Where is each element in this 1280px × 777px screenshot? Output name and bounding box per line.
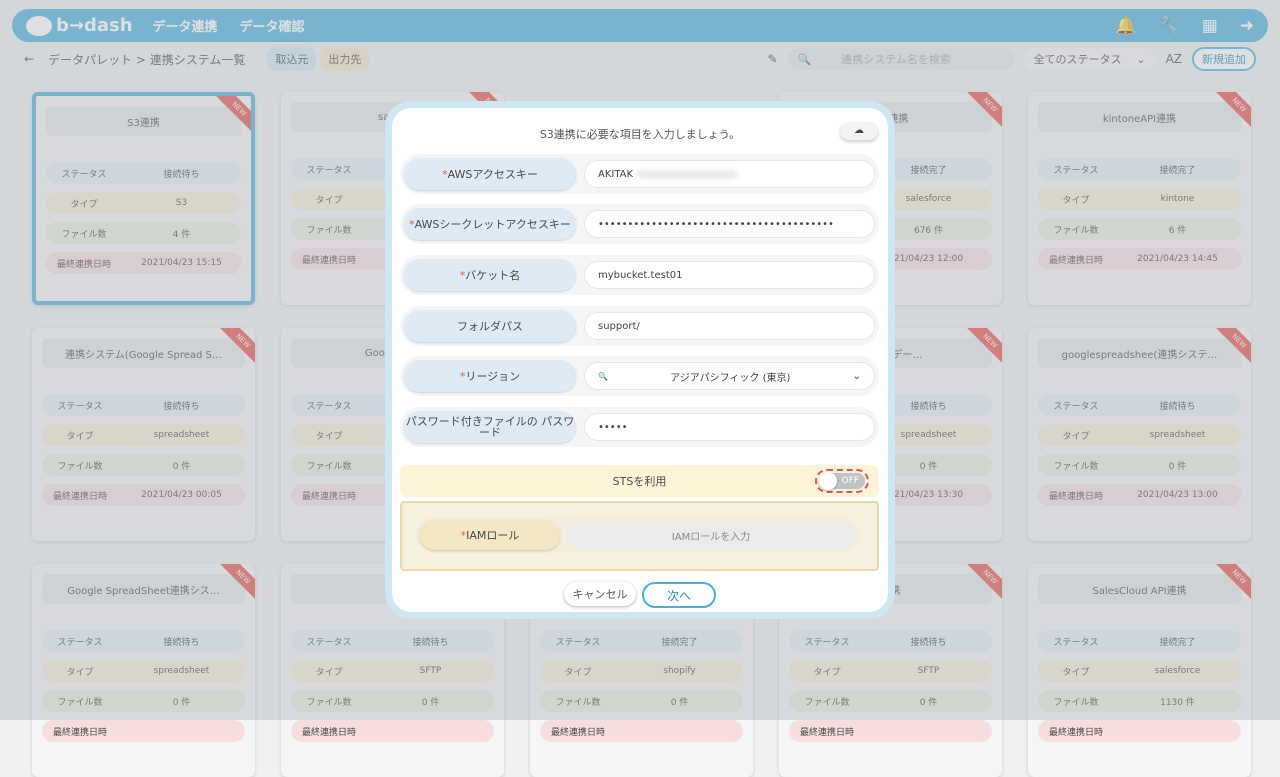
iam-role-row: * IAMロール IAMロールを入力: [416, 517, 860, 553]
field-row-file-password: パスワード付きファイルの パスワード •••••: [400, 407, 879, 447]
sts-toggle-state: OFF: [819, 472, 865, 490]
folder-input[interactable]: support/: [584, 312, 875, 340]
card-row-last: 最終連携日時: [291, 720, 494, 742]
access-key-input[interactable]: AKITAK: [584, 160, 875, 188]
iam-role-panel: * IAMロール IAMロールを入力: [400, 501, 879, 571]
card-row-last: 最終連携日時: [1038, 720, 1241, 742]
bucket-value: mybucket.test01: [598, 269, 683, 281]
card-key: 最終連携日時: [799, 727, 854, 738]
sts-row: STSを利用 OFF: [400, 465, 879, 497]
next-button[interactable]: 次へ: [642, 582, 716, 608]
field-label: * AWSシークレットアクセスキー: [404, 208, 576, 240]
file-password-value: •••••: [598, 421, 628, 433]
field-row-access-key: * AWSアクセスキー AKITAK: [400, 154, 879, 194]
folder-value: support/: [598, 320, 640, 332]
modal-actions: キャンセル 次へ: [392, 582, 888, 608]
iam-role-label-text: IAMロール: [466, 529, 520, 542]
card-key: 最終連携日時: [301, 727, 356, 738]
field-label-text: フォルダパス: [457, 319, 523, 333]
sts-label: STSを利用: [612, 475, 667, 488]
field-label-text: リージョン: [465, 369, 521, 383]
search-icon: 🔍: [598, 371, 608, 381]
sts-toggle[interactable]: OFF: [815, 469, 869, 493]
modal-heading: S3連携に必要な項目を入力しましょう。: [539, 128, 741, 141]
field-label: パスワード付きファイルの パスワード: [404, 411, 576, 443]
field-label: * AWSアクセスキー: [404, 158, 576, 190]
iam-role-label: * IAMロール: [420, 520, 560, 550]
field-label: * バケット名: [404, 259, 576, 291]
secret-key-value: ••••••••••••••••••••••••••••••••••••••••: [598, 218, 834, 230]
card-row-last: 最終連携日時: [540, 720, 743, 742]
chevron-down-icon: ⌄: [852, 370, 861, 382]
bucket-input[interactable]: mybucket.test01: [584, 261, 875, 289]
card-key: 最終連携日時: [52, 727, 107, 738]
region-select[interactable]: 🔍 アジアパシフィック (東京) ⌄: [584, 362, 875, 390]
file-password-input[interactable]: •••••: [584, 413, 875, 441]
cloud-icon[interactable]: ☁: [840, 122, 878, 140]
region-value: アジアパシフィック (東京): [670, 372, 791, 384]
card-key: 最終連携日時: [1048, 727, 1103, 738]
s3-settings-modal: S3連携に必要な項目を入力しましょう。 ☁ * AWSアクセスキー AKITAK …: [385, 101, 895, 619]
card-row-last: 最終連携日時: [42, 720, 245, 742]
field-row-folder: フォルダパス support/: [400, 306, 879, 346]
secret-key-input[interactable]: ••••••••••••••••••••••••••••••••••••••••: [584, 210, 875, 238]
field-label: * リージョン: [404, 360, 576, 392]
field-label-text: パスワード付きファイルの パスワード: [405, 415, 575, 439]
access-key-value: AKITAK: [598, 168, 634, 180]
field-row-region: * リージョン 🔍 アジアパシフィック (東京) ⌄: [400, 356, 879, 396]
iam-role-input[interactable]: IAMロールを入力: [566, 522, 856, 548]
field-label-text: AWSシークレットアクセスキー: [414, 217, 571, 231]
card-row-last: 最終連携日時: [789, 720, 992, 742]
field-label: フォルダパス: [404, 310, 576, 342]
card-key: 最終連携日時: [550, 727, 605, 738]
field-row-secret-key: * AWSシークレットアクセスキー •••••••••••••••••••••••…: [400, 204, 879, 244]
cancel-button[interactable]: キャンセル: [564, 582, 636, 606]
field-label-text: バケット名: [465, 268, 521, 282]
field-label-text: AWSアクセスキー: [447, 167, 538, 181]
field-row-bucket: * バケット名 mybucket.test01: [400, 255, 879, 295]
masked-blur: [637, 169, 738, 179]
